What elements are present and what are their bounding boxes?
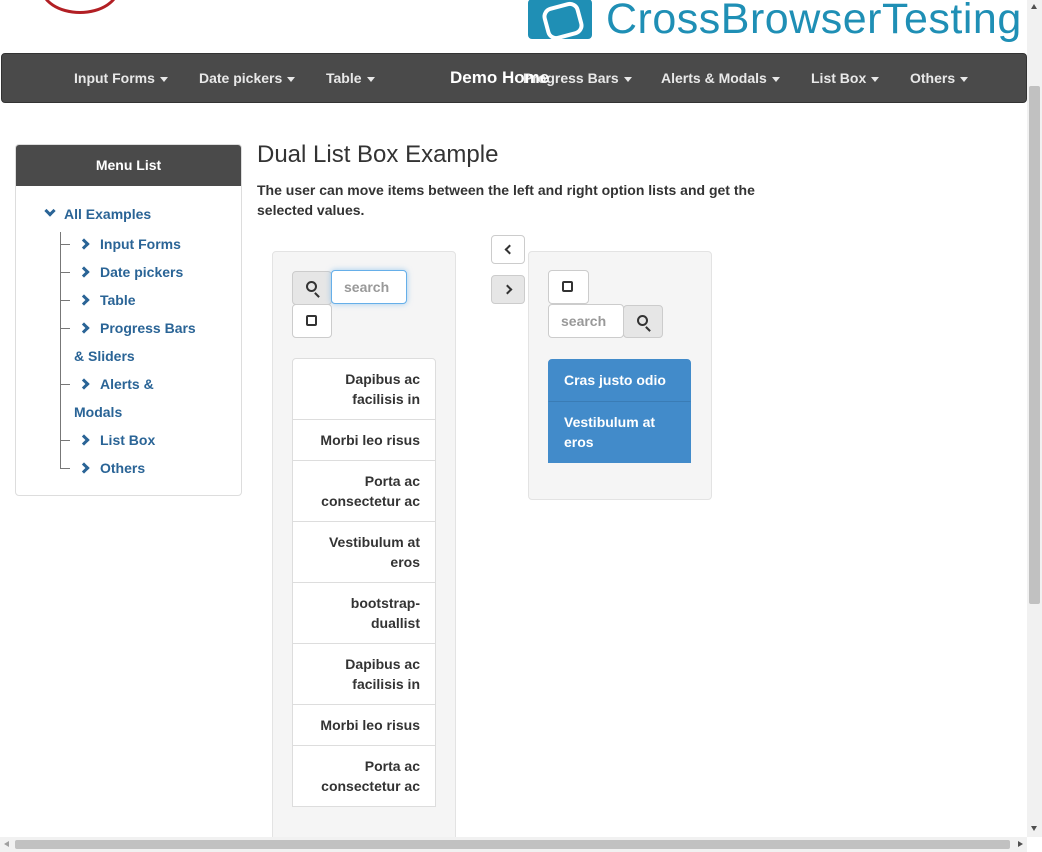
tree-line — [60, 232, 61, 468]
nav-table[interactable]: Table — [326, 54, 375, 102]
list-item-selected[interactable]: Vestibulum at eros — [548, 401, 691, 463]
tree-tick — [60, 440, 70, 441]
chevron-right-icon — [78, 294, 90, 306]
logo-left — [40, 0, 120, 14]
sidebar: Menu List All Examples Input Forms Date … — [15, 144, 242, 496]
checkbox-icon — [562, 281, 573, 292]
chevron-right-icon — [78, 266, 90, 278]
chevron-right-icon — [502, 284, 513, 295]
chevron-right-icon — [78, 378, 90, 390]
chevron-left-icon — [504, 244, 515, 255]
nav-alerts-modals[interactable]: Alerts & Modals — [661, 54, 780, 102]
nav-date-pickers[interactable]: Date pickers — [199, 54, 296, 102]
brand-text: CrossBrowserTesting — [606, 0, 1022, 43]
sidebar-title: Menu List — [16, 145, 241, 186]
sidebar-item-input-forms[interactable]: Input Forms — [74, 230, 181, 258]
sidebar-item-list-box[interactable]: List Box — [74, 426, 155, 454]
caret-down-icon — [871, 76, 880, 82]
scroll-down-icon[interactable] — [1031, 826, 1037, 831]
search-icon — [306, 281, 317, 292]
right-select-all-button[interactable] — [548, 270, 589, 304]
vertical-scrollbar[interactable] — [1027, 0, 1042, 837]
left-search-button[interactable] — [292, 271, 332, 305]
sidebar-item-date-pickers[interactable]: Date pickers — [74, 258, 183, 286]
tree-tick — [60, 468, 70, 469]
right-search-button[interactable] — [623, 305, 663, 338]
search-icon — [637, 315, 648, 326]
right-search-input[interactable]: search — [548, 304, 624, 338]
sidebar-item-progress-bars[interactable]: Progress Bars & Sliders — [74, 314, 204, 370]
nav-input-forms[interactable]: Input Forms — [74, 54, 168, 102]
page-description: The user can move items between the left… — [257, 182, 755, 218]
navbar: Input Forms Date pickers Table Progress … — [1, 53, 1027, 103]
tree-tick — [60, 272, 70, 273]
list-item[interactable]: Dapibus ac facilisis in — [292, 358, 436, 420]
scroll-right-icon[interactable] — [1018, 841, 1023, 847]
sidebar-item-alerts-modals[interactable]: Alerts & Modals — [74, 370, 174, 426]
scroll-up-icon[interactable] — [1031, 4, 1037, 9]
checkbox-icon — [306, 315, 317, 326]
brand-icon — [528, 0, 592, 39]
chevron-right-icon — [78, 462, 90, 474]
list-item-selected[interactable]: Cras justo odio — [548, 359, 691, 401]
tree-tick — [60, 384, 70, 385]
list-item[interactable]: Porta ac consectetur ac — [292, 461, 436, 522]
sidebar-item-table[interactable]: Table — [74, 286, 136, 314]
list-item[interactable]: Vestibulum at eros — [292, 522, 436, 583]
move-left-button[interactable] — [491, 235, 525, 264]
vertical-scroll-thumb[interactable] — [1029, 86, 1040, 604]
caret-down-icon — [366, 76, 375, 82]
chevron-right-icon — [78, 434, 90, 446]
move-right-button[interactable] — [491, 275, 525, 304]
tree-tick — [60, 244, 70, 245]
nav-others[interactable]: Others — [910, 54, 969, 102]
caret-down-icon — [623, 76, 632, 82]
list-item[interactable]: Morbi leo risus — [292, 420, 436, 461]
list-item[interactable]: bootstrap-duallist — [292, 583, 436, 644]
left-search-input[interactable]: search — [331, 270, 407, 304]
scroll-left-icon[interactable] — [4, 841, 9, 847]
left-select-all-button[interactable] — [292, 304, 332, 338]
tree-tick — [60, 300, 70, 301]
caret-down-icon — [287, 76, 296, 82]
list-item[interactable]: Porta ac consectetur ac — [292, 746, 436, 807]
caret-down-icon — [771, 76, 780, 82]
nav-list-box[interactable]: List Box — [811, 54, 880, 102]
list-item[interactable]: Morbi leo risus — [292, 705, 436, 746]
list-item[interactable]: Dapibus ac facilisis in — [292, 644, 436, 705]
nav-demo-home[interactable]: Demo Home — [450, 54, 549, 102]
chevron-right-icon — [78, 238, 90, 250]
page-title: Dual List Box Example — [257, 141, 499, 168]
caret-down-icon — [159, 76, 168, 82]
left-list: Dapibus ac facilisis in Morbi leo risus … — [292, 358, 436, 807]
tree-root-all-examples[interactable]: All Examples — [44, 205, 151, 222]
chevron-down-icon — [44, 205, 56, 217]
sidebar-item-others[interactable]: Others — [74, 454, 145, 482]
caret-down-icon — [960, 76, 969, 82]
chevron-right-icon — [78, 322, 90, 334]
brand-logo[interactable]: CrossBrowserTesting — [528, 0, 1022, 44]
horizontal-scrollbar[interactable] — [0, 837, 1027, 852]
horizontal-scroll-thumb[interactable] — [15, 840, 1010, 849]
tree-tick — [60, 328, 70, 329]
right-list: Cras justo odio Vestibulum at eros — [548, 359, 691, 463]
